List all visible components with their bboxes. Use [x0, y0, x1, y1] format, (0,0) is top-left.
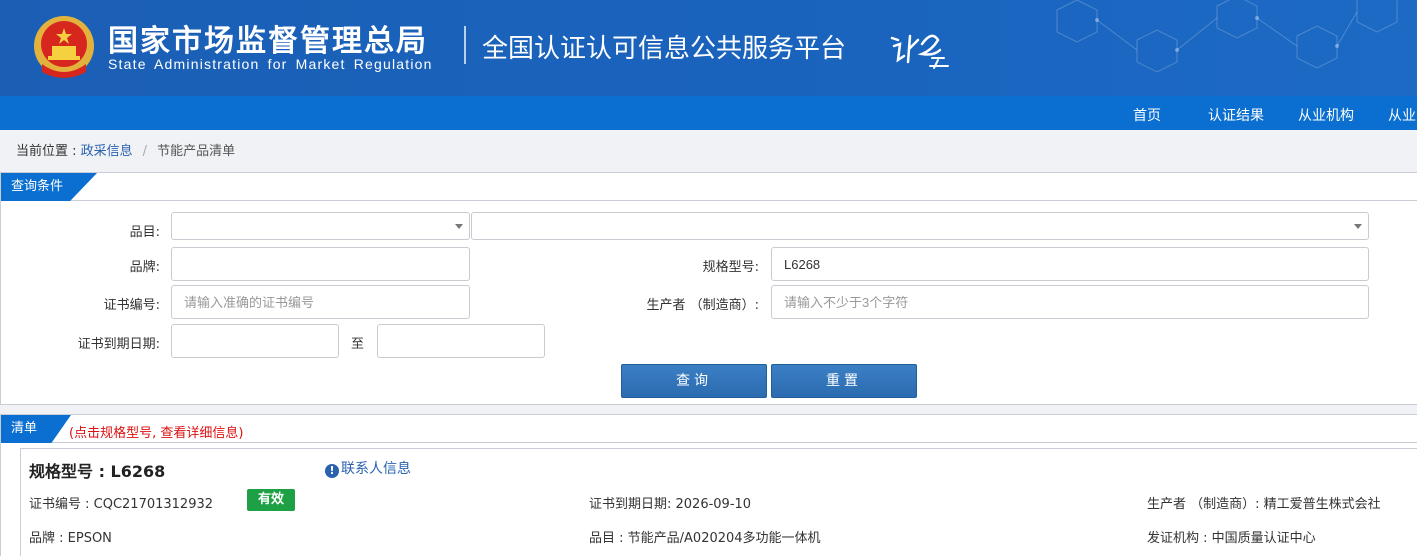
result-cert-no: 证书编号 : CQC21701312932 — [29, 497, 214, 512]
nav-item-practitioners[interactable]: 从业 — [1388, 105, 1416, 125]
reset-button[interactable]: 重置 — [771, 364, 917, 398]
category-select-primary[interactable] — [171, 212, 470, 240]
breadcrumb-current: 节能产品清单 — [157, 144, 236, 159]
nav-item-home[interactable]: 首页 — [1133, 105, 1161, 125]
info-circle-icon: ! — [325, 464, 339, 478]
expiry-to-label: 至 — [351, 337, 365, 352]
category-select-secondary[interactable] — [471, 212, 1369, 240]
list-panel-header: 清单 (点击规格型号, 查看详细信息) — [1, 415, 1417, 443]
platform-title: 全国认证认可信息公共服务平台 — [482, 34, 847, 64]
header-divider — [464, 26, 466, 64]
cert-no-label: 证书编号: — [103, 298, 160, 313]
model-input[interactable] — [771, 247, 1369, 281]
result-maker: 生产者 （制造商）: 精工爱普生株式会社 — [1147, 497, 1381, 512]
result-brand: 品牌 : EPSON — [29, 531, 112, 546]
breadcrumb-separator: / — [142, 144, 148, 159]
query-tab: 查询条件 — [1, 173, 97, 201]
contact-info-label: 联系人信息 — [341, 461, 411, 477]
expiry-start-input[interactable] — [171, 324, 339, 358]
expiry-end-input[interactable] — [377, 324, 545, 358]
contact-info-link[interactable]: ! 联系人信息 — [325, 458, 411, 478]
expiry-label: 证书到期日期: — [77, 337, 160, 352]
result-model-link[interactable]: 规格型号 : L6268 — [29, 458, 165, 482]
query-panel: 查询条件 品目: 品牌: 规格型号: 证书编号: 生产者 （制造商）: 证书到期… — [0, 172, 1417, 405]
breadcrumb: 当前位置 : 政采信息 / 节能产品清单 — [16, 140, 235, 159]
model-label: 规格型号: — [702, 260, 759, 275]
result-issuer: 发证机构 : 中国质量认证中心 — [1147, 531, 1316, 546]
agency-title-en: State Administration for Market Regulati… — [108, 56, 433, 72]
result-card: 规格型号 : L6268 ! 联系人信息 证书编号 : CQC2170131293… — [20, 448, 1417, 556]
result-expiry: 证书到期日期: 2026-09-10 — [589, 497, 752, 512]
breadcrumb-prefix: 当前位置 : — [16, 144, 81, 159]
result-category: 品目 : 节能产品/A020204多功能一体机 — [589, 531, 821, 546]
chevron-down-icon — [1354, 224, 1362, 229]
site-header: 国家市场监督管理总局 State Administration for Mark… — [0, 0, 1417, 96]
maker-label: 生产者 （制造商）: — [646, 298, 759, 313]
main-nav: 首页 认证结果 从业机构 从业 — [0, 96, 1417, 130]
query-panel-header: 查询条件 — [1, 173, 1417, 201]
search-button[interactable]: 查询 — [621, 364, 767, 398]
breadcrumb-link-procurement[interactable]: 政采信息 — [81, 144, 133, 159]
hexagon-pattern-icon — [1056, 0, 1398, 73]
renyun-logo-icon — [890, 34, 949, 69]
brand-input[interactable] — [171, 247, 470, 281]
agency-title-cn: 国家市场监督管理总局 — [108, 24, 428, 59]
nav-item-cert-results[interactable]: 认证结果 — [1208, 105, 1264, 125]
list-tab: 清单 — [1, 415, 71, 443]
nav-item-institutions[interactable]: 从业机构 — [1298, 105, 1354, 125]
chevron-down-icon — [455, 224, 463, 229]
category-label: 品目: — [129, 225, 160, 240]
maker-input[interactable] — [771, 285, 1369, 319]
cert-no-input[interactable] — [171, 285, 470, 319]
list-hint: (点击规格型号, 查看详细信息) — [69, 426, 244, 441]
national-emblem-icon — [34, 16, 94, 78]
brand-label: 品牌: — [129, 260, 160, 275]
status-badge: 有效 — [247, 489, 295, 511]
